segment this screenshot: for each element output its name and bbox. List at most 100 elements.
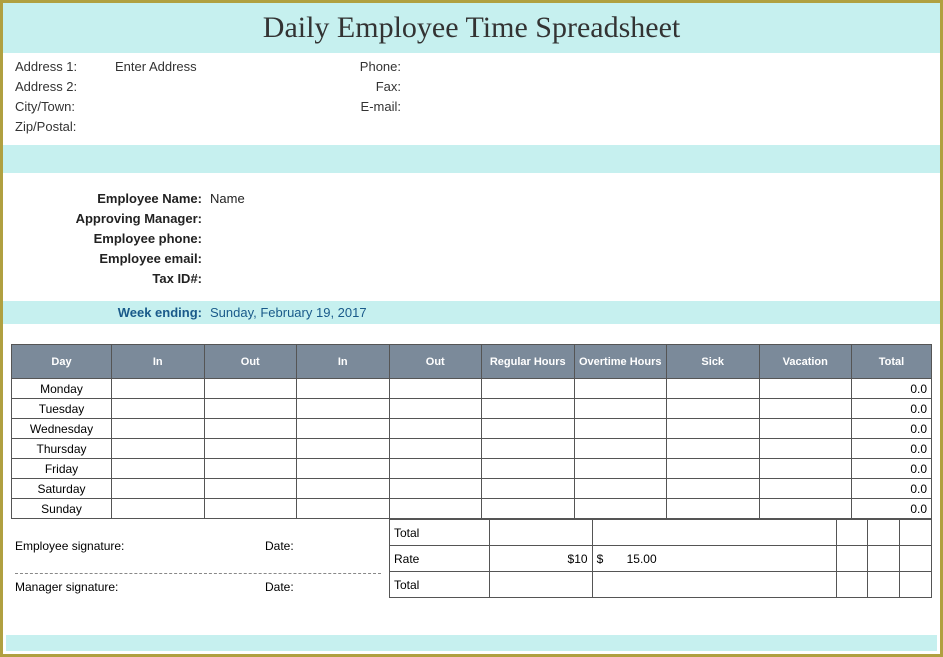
cell-out1[interactable] bbox=[204, 399, 297, 419]
cell-sick[interactable] bbox=[667, 379, 760, 399]
cell-out2[interactable] bbox=[389, 499, 482, 519]
cell-out1[interactable] bbox=[204, 419, 297, 439]
summary-total2-label: Total bbox=[390, 572, 490, 598]
cell-sick[interactable] bbox=[667, 479, 760, 499]
cell-in1[interactable] bbox=[112, 439, 205, 459]
cell-in1[interactable] bbox=[112, 419, 205, 439]
cell-day: Monday bbox=[12, 379, 112, 399]
table-row: Tuesday0.0 bbox=[12, 399, 932, 419]
cell-in1[interactable] bbox=[112, 459, 205, 479]
summary-total2-reg[interactable] bbox=[490, 572, 593, 598]
cell-in1[interactable] bbox=[112, 479, 205, 499]
signature-block: Employee signature: Date: Manager signat… bbox=[11, 519, 389, 598]
cell-vacation[interactable] bbox=[759, 459, 852, 479]
email-value[interactable] bbox=[405, 97, 928, 117]
summary-total-vac[interactable] bbox=[868, 520, 900, 546]
col-overtime: Overtime Hours bbox=[574, 345, 667, 379]
cell-total: 0.0 bbox=[852, 459, 932, 479]
summary-rate-sick[interactable] bbox=[836, 546, 868, 572]
employee-signature-date-label: Date: bbox=[265, 539, 294, 553]
cell-out1[interactable] bbox=[204, 479, 297, 499]
cell-in1[interactable] bbox=[112, 499, 205, 519]
cell-out2[interactable] bbox=[389, 419, 482, 439]
fax-value[interactable] bbox=[405, 77, 928, 97]
summary-total2-vac[interactable] bbox=[868, 572, 900, 598]
cell-out2[interactable] bbox=[389, 479, 482, 499]
phone-label: Phone: bbox=[345, 57, 405, 77]
cell-regular[interactable] bbox=[482, 379, 575, 399]
summary-total2-total[interactable] bbox=[900, 572, 932, 598]
cell-sick[interactable] bbox=[667, 439, 760, 459]
cell-vacation[interactable] bbox=[759, 439, 852, 459]
cell-overtime[interactable] bbox=[574, 419, 667, 439]
hours-table-header: Day In Out In Out Regular Hours Overtime… bbox=[12, 345, 932, 379]
cell-overtime[interactable] bbox=[574, 439, 667, 459]
table-row: Wednesday0.0 bbox=[12, 419, 932, 439]
cell-in2[interactable] bbox=[297, 399, 390, 419]
cell-in1[interactable] bbox=[112, 399, 205, 419]
summary-total2-ot[interactable] bbox=[592, 572, 836, 598]
col-vacation: Vacation bbox=[759, 345, 852, 379]
summary-rate-reg[interactable]: $10 bbox=[490, 546, 593, 572]
cell-in1[interactable] bbox=[112, 379, 205, 399]
employee-name-value[interactable]: Name bbox=[210, 189, 245, 209]
employee-name-label: Employee Name: bbox=[15, 189, 210, 209]
summary-rate-row: Rate $10 $ 15.00 bbox=[390, 546, 932, 572]
cell-overtime[interactable] bbox=[574, 459, 667, 479]
table-row: Friday0.0 bbox=[12, 459, 932, 479]
col-day: Day bbox=[12, 345, 112, 379]
summary-rate-total[interactable] bbox=[900, 546, 932, 572]
summary-rate-ot[interactable]: $ 15.00 bbox=[592, 546, 836, 572]
col-total: Total bbox=[852, 345, 932, 379]
summary-total2-sick[interactable] bbox=[836, 572, 868, 598]
cell-regular[interactable] bbox=[482, 439, 575, 459]
cell-regular[interactable] bbox=[482, 479, 575, 499]
cell-out1[interactable] bbox=[204, 499, 297, 519]
cell-out1[interactable] bbox=[204, 459, 297, 479]
cell-sick[interactable] bbox=[667, 459, 760, 479]
address1-value[interactable]: Enter Address bbox=[115, 57, 345, 77]
cell-out1[interactable] bbox=[204, 439, 297, 459]
phone-value[interactable] bbox=[405, 57, 928, 77]
cell-overtime[interactable] bbox=[574, 379, 667, 399]
cell-sick[interactable] bbox=[667, 499, 760, 519]
cell-vacation[interactable] bbox=[759, 419, 852, 439]
summary-total-row: Total bbox=[390, 520, 932, 546]
cell-vacation[interactable] bbox=[759, 479, 852, 499]
cell-overtime[interactable] bbox=[574, 499, 667, 519]
cell-out2[interactable] bbox=[389, 439, 482, 459]
cell-regular[interactable] bbox=[482, 399, 575, 419]
cell-out1[interactable] bbox=[204, 379, 297, 399]
col-sick: Sick bbox=[667, 345, 760, 379]
cell-out2[interactable] bbox=[389, 459, 482, 479]
cell-sick[interactable] bbox=[667, 419, 760, 439]
col-in2: In bbox=[297, 345, 390, 379]
cell-vacation[interactable] bbox=[759, 379, 852, 399]
cell-in2[interactable] bbox=[297, 499, 390, 519]
summary-total-total[interactable] bbox=[900, 520, 932, 546]
cell-in2[interactable] bbox=[297, 439, 390, 459]
cell-in2[interactable] bbox=[297, 419, 390, 439]
approving-manager-label: Approving Manager: bbox=[15, 209, 210, 229]
cell-vacation[interactable] bbox=[759, 499, 852, 519]
city-value[interactable] bbox=[115, 97, 345, 117]
cell-in2[interactable] bbox=[297, 379, 390, 399]
summary-total-reg[interactable] bbox=[490, 520, 593, 546]
cell-regular[interactable] bbox=[482, 419, 575, 439]
cell-in2[interactable] bbox=[297, 459, 390, 479]
summary-total-ot[interactable] bbox=[592, 520, 836, 546]
week-ending-value[interactable]: Sunday, February 19, 2017 bbox=[210, 305, 367, 320]
cell-regular[interactable] bbox=[482, 459, 575, 479]
zip-value[interactable] bbox=[115, 117, 345, 137]
cell-in2[interactable] bbox=[297, 479, 390, 499]
address2-value[interactable] bbox=[115, 77, 345, 97]
summary-total-sick[interactable] bbox=[836, 520, 868, 546]
summary-rate-vac[interactable] bbox=[868, 546, 900, 572]
cell-vacation[interactable] bbox=[759, 399, 852, 419]
cell-regular[interactable] bbox=[482, 499, 575, 519]
cell-sick[interactable] bbox=[667, 399, 760, 419]
cell-out2[interactable] bbox=[389, 399, 482, 419]
cell-overtime[interactable] bbox=[574, 479, 667, 499]
cell-overtime[interactable] bbox=[574, 399, 667, 419]
cell-out2[interactable] bbox=[389, 379, 482, 399]
